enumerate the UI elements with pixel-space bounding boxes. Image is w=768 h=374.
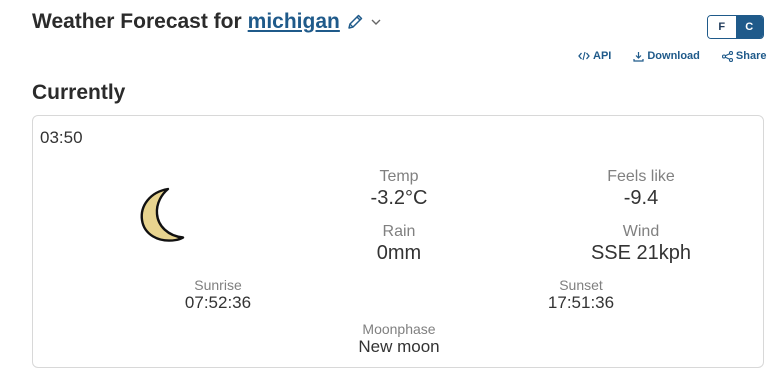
unit-c-button[interactable]: C <box>735 16 763 38</box>
temp-stat: Temp -3.2°C <box>349 168 449 210</box>
download-icon <box>633 51 644 62</box>
feels-like-label: Feels like <box>607 168 675 185</box>
action-bar: API Download Share <box>578 50 766 62</box>
temp-label: Temp <box>379 168 419 185</box>
unit-toggle: F C <box>707 15 764 39</box>
api-label: API <box>593 50 612 62</box>
rain-value: 0mm <box>376 242 422 264</box>
feels-like-stat: Feels like -9.4 <box>591 168 691 210</box>
current-weather-card: 03:50 Temp -3.2°C Feels like -9.4 Rain 0… <box>32 115 764 368</box>
wind-stat: Wind SSE 21kph <box>573 223 709 265</box>
wind-label: Wind <box>622 223 660 240</box>
sunset-value: 17:51:36 <box>547 293 615 312</box>
location-link[interactable]: michigan <box>248 10 340 34</box>
title-prefix: Weather Forecast for <box>32 10 242 33</box>
rain-label: Rain <box>382 223 416 240</box>
sunrise-label: Sunrise <box>194 277 242 293</box>
rain-stat: Rain 0mm <box>349 223 449 265</box>
sunrise-stat: Sunrise 07:52:36 <box>168 277 268 313</box>
download-link[interactable]: Download <box>633 50 700 62</box>
api-link[interactable]: API <box>578 50 611 62</box>
moonphase-stat: Moonphase New moon <box>349 321 449 357</box>
feels-like-value: -9.4 <box>623 187 659 209</box>
pencil-icon[interactable] <box>346 12 366 32</box>
chevron-down-icon[interactable] <box>370 15 384 29</box>
download-label: Download <box>647 50 700 62</box>
section-heading-currently: Currently <box>32 81 126 104</box>
sunset-stat: Sunset 17:51:36 <box>531 277 631 313</box>
unit-f-button[interactable]: F <box>708 16 736 38</box>
sunset-label: Sunset <box>559 277 603 293</box>
page-title: Weather Forecast for michigan <box>32 8 384 36</box>
crescent-moon-icon <box>138 186 186 244</box>
current-time: 03:50 <box>40 128 83 147</box>
code-icon <box>578 51 590 61</box>
share-link[interactable]: Share <box>721 50 767 62</box>
temp-value: -3.2°C <box>370 187 428 209</box>
moonphase-label: Moonphase <box>362 321 436 337</box>
share-label: Share <box>735 50 767 62</box>
moonphase-value: New moon <box>358 337 440 356</box>
share-icon <box>721 50 733 62</box>
wind-value: SSE 21kph <box>590 242 692 264</box>
sunrise-value: 07:52:36 <box>184 293 252 312</box>
